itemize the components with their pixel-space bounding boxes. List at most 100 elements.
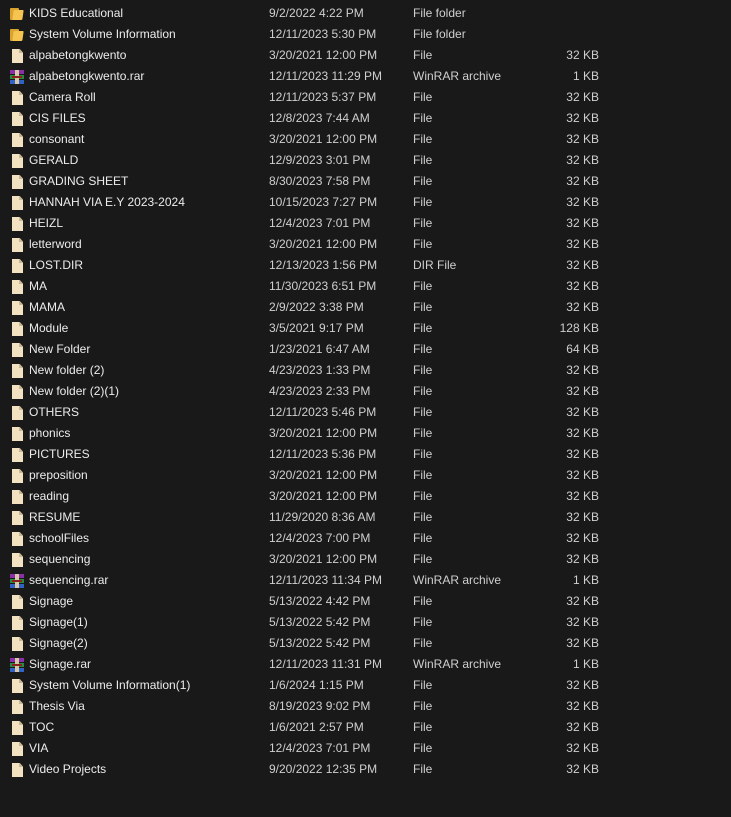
file-type: File [413,489,433,503]
file-icon [9,48,25,64]
file-row[interactable]: Signage(2) 5/13/2022 5:42 PM File 32 KB [0,633,731,654]
file-row[interactable]: alpabetongkwento.rar 12/11/2023 11:29 PM W… [0,66,731,87]
file-type: File folder [413,6,466,20]
file-row[interactable]: New Folder 1/23/2021 6:47 AM File 64 KB [0,339,731,360]
file-row[interactable]: reading 3/20/2021 12:00 PM File 32 KB [0,486,731,507]
file-icon [9,279,25,295]
file-name: Signage.rar [29,657,92,671]
file-name: MA [29,279,47,293]
file-size: 1 KB [572,573,599,587]
file-type: File [413,111,433,125]
file-name: VIA [29,741,49,755]
file-name: preposition [29,468,88,482]
file-date-modified: 3/20/2021 12:00 PM [269,552,378,566]
file-size: 32 KB [566,90,599,104]
file-size: 1 KB [572,69,599,83]
file-name: sequencing.rar [29,573,109,587]
file-size: 32 KB [566,111,599,125]
file-date-modified: 12/11/2023 5:36 PM [269,447,377,461]
file-type: File [413,615,433,629]
file-icon [9,237,25,253]
file-icon [9,510,25,526]
file-name: alpabetongkwento.rar [29,69,145,83]
file-date-modified: 3/20/2021 12:00 PM [269,489,378,503]
file-row[interactable]: Video Projects 9/20/2022 12:35 PM File 32 K… [0,759,731,780]
file-type: File [413,426,433,440]
file-icon [9,321,25,337]
file-row[interactable]: schoolFiles 12/4/2023 7:00 PM File 32 KB [0,528,731,549]
file-date-modified: 9/20/2022 12:35 PM [269,762,378,776]
file-size: 32 KB [566,132,599,146]
file-icon [9,720,25,736]
file-row[interactable]: CIS FILES 12/8/2023 7:44 AM File 32 KB [0,108,731,129]
file-size: 32 KB [566,720,599,734]
file-row[interactable]: sequencing.rar 12/11/2023 11:34 PM WinRAR … [0,570,731,591]
file-row[interactable]: HEIZL 12/4/2023 7:01 PM File 32 KB [0,213,731,234]
file-row[interactable]: VIA 12/4/2023 7:01 PM File 32 KB [0,738,731,759]
file-size: 32 KB [566,531,599,545]
file-row[interactable]: preposition 3/20/2021 12:00 PM File 32 KB [0,465,731,486]
file-type: File [413,279,433,293]
file-name: Signage(1) [29,615,88,629]
file-row[interactable]: LOST.DIR 12/13/2023 1:56 PM DIR File 32 KB [0,255,731,276]
file-row[interactable]: phonics 3/20/2021 12:00 PM File 32 KB [0,423,731,444]
file-row[interactable]: New folder (2) 4/23/2023 1:33 PM File 32 KB [0,360,731,381]
file-row[interactable]: HANNAH VIA E.Y 2023-2024 10/15/2023 7:27 … [0,192,731,213]
file-name: phonics [29,426,71,440]
file-date-modified: 12/4/2023 7:00 PM [269,531,371,545]
file-row[interactable]: Signage.rar 12/11/2023 11:31 PM WinRAR arc… [0,654,731,675]
file-name: Signage(2) [29,636,88,650]
file-row[interactable]: MA 11/30/2023 6:51 PM File 32 KB [0,276,731,297]
file-row[interactable]: GERALD 12/9/2023 3:01 PM File 32 KB [0,150,731,171]
file-name: Thesis Via [29,699,85,713]
file-date-modified: 11/30/2023 6:51 PM [269,279,377,293]
file-row[interactable]: New folder (2)(1) 4/23/2023 2:33 PM File 32… [0,381,731,402]
file-row[interactable]: KIDS Educational 9/2/2022 4:22 PM File fol… [0,3,731,24]
file-row[interactable]: Camera Roll 12/11/2023 5:37 PM File 32 KB [0,87,731,108]
file-row[interactable]: consonant 3/20/2021 12:00 PM File 32 KB [0,129,731,150]
file-row[interactable]: System Volume Information(1) 1/6/2024 1:1… [0,675,731,696]
file-row[interactable]: Thesis Via 8/19/2023 9:02 PM File 32 KB [0,696,731,717]
file-name: consonant [29,132,85,146]
file-name: GERALD [29,153,79,167]
file-row[interactable]: RESUME 11/29/2020 8:36 AM File 32 KB [0,507,731,528]
file-size: 32 KB [566,300,599,314]
file-icon [9,489,25,505]
file-name: letterword [29,237,82,251]
file-row[interactable]: PICTURES 12/11/2023 5:36 PM File 32 KB [0,444,731,465]
file-row[interactable]: letterword 3/20/2021 12:00 PM File 32 KB [0,234,731,255]
file-icon [9,195,25,211]
file-size: 1 KB [572,657,599,671]
file-type: File [413,636,433,650]
file-icon [9,342,25,358]
file-date-modified: 3/20/2021 12:00 PM [269,132,378,146]
file-row[interactable]: GRADING SHEET 8/30/2023 7:58 PM File 32 KB [0,171,731,192]
file-row[interactable]: System Volume Information 12/11/2023 5:30… [0,24,731,45]
file-name: sequencing [29,552,91,566]
file-name: New Folder [29,342,91,356]
file-icon [9,258,25,274]
file-row[interactable]: alpabetongkwento 3/20/2021 12:00 PM File 32… [0,45,731,66]
file-type: File [413,720,433,734]
file-icon [9,132,25,148]
file-row[interactable]: sequencing 3/20/2021 12:00 PM File 32 KB [0,549,731,570]
file-row[interactable]: MAMA 2/9/2022 3:38 PM File 32 KB [0,297,731,318]
file-row[interactable]: Signage(1) 5/13/2022 5:42 PM File 32 KB [0,612,731,633]
file-size: 32 KB [566,48,599,62]
file-name: Camera Roll [29,90,96,104]
file-name: reading [29,489,70,503]
file-row[interactable]: OTHERS 12/11/2023 5:46 PM File 32 KB [0,402,731,423]
file-row[interactable]: Signage 5/13/2022 4:42 PM File 32 KB [0,591,731,612]
file-type: File [413,237,433,251]
file-date-modified: 8/19/2023 9:02 PM [269,699,371,713]
file-name: HANNAH VIA E.Y 2023-2024 [29,195,185,209]
file-size: 32 KB [566,174,599,188]
file-date-modified: 12/11/2023 5:30 PM [269,27,377,41]
file-row[interactable]: TOC 1/6/2021 2:57 PM File 32 KB [0,717,731,738]
file-type: File [413,384,433,398]
file-row[interactable]: Module 3/5/2021 9:17 PM File 128 KB [0,318,731,339]
file-type: File [413,195,433,209]
file-icon [9,762,25,778]
file-type: File [413,300,433,314]
winrar-archive-icon [9,657,25,673]
